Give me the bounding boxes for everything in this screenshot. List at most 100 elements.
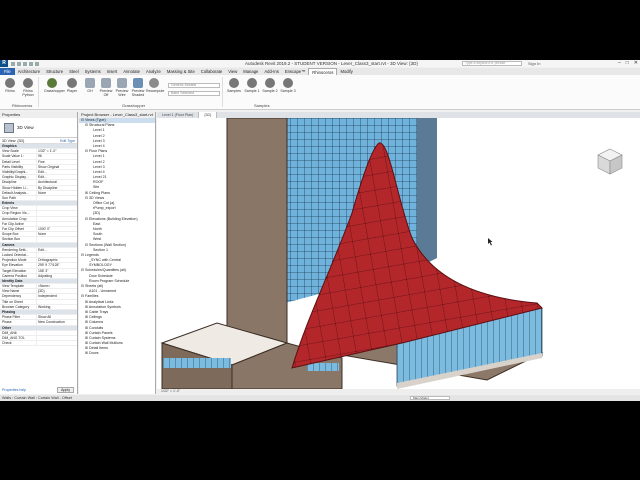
sample-1-button[interactable]: Sample 1 [244, 78, 260, 102]
properties-help-link[interactable]: Properties help [2, 388, 26, 392]
property-value[interactable] [36, 216, 77, 221]
player-button[interactable]: Player [64, 78, 80, 102]
property-value[interactable] [36, 341, 77, 346]
ribbon-tab-collaborate[interactable]: Collaborate [198, 68, 225, 75]
print-icon[interactable] [35, 61, 39, 66]
property-value[interactable] [36, 335, 77, 341]
samples-button[interactable]: Samples [226, 78, 242, 102]
rhino-button[interactable]: Rhino [2, 78, 18, 102]
rhino-python-button[interactable]: Rhino Python [20, 78, 36, 102]
property-value[interactable] [36, 237, 77, 242]
save-icon[interactable] [17, 61, 21, 66]
property-value[interactable] [36, 252, 77, 258]
property-value[interactable]: None [36, 190, 77, 195]
mouse-cursor-icon [488, 238, 493, 246]
ribbon-tab-manage[interactable]: Manage [240, 68, 261, 75]
property-value[interactable]: Working [36, 304, 77, 309]
redo-icon[interactable] [29, 61, 33, 66]
viewcube-icon [597, 148, 623, 175]
sample-2-button[interactable]: Sample 2 [262, 78, 278, 102]
preview-off-icon [101, 78, 111, 88]
property-name: Other [2, 325, 12, 330]
ribbon-tab-view[interactable]: View [225, 68, 240, 75]
recompute-button[interactable]: Recompute [146, 78, 164, 102]
bake-selected-combo[interactable]: Bake Selected [168, 91, 220, 96]
minimize-button[interactable]: – [618, 60, 621, 66]
property-name: DIM_AN6 [2, 330, 17, 335]
property-value[interactable]: Show Original [36, 164, 77, 169]
ribbon-tab-structure[interactable]: Structure [43, 68, 66, 75]
property-value[interactable]: Fine [36, 159, 77, 164]
property-value[interactable] [36, 299, 77, 304]
property-value[interactable] [36, 330, 77, 335]
property-value[interactable] [36, 211, 77, 216]
undo-icon[interactable] [23, 61, 27, 66]
property-value[interactable]: Edit... [36, 175, 77, 180]
property-value[interactable]: 158' 3" [36, 268, 77, 273]
property-value[interactable]: 1000' 0" [36, 227, 77, 232]
ribbon-tab-annotate[interactable]: Annotate [120, 68, 143, 75]
property-value[interactable] [36, 206, 77, 211]
viewcube[interactable] [595, 146, 625, 178]
ribbon-tab-add-ins[interactable]: Add-Ins [261, 68, 281, 75]
property-value[interactable] [36, 221, 77, 226]
apply-button[interactable]: Apply [57, 387, 74, 393]
property-value[interactable]: 1/32" = 1'-0" [36, 149, 77, 154]
property-value[interactable]: Independent [36, 294, 77, 299]
ribbon-tab-file[interactable]: File [0, 68, 15, 75]
property-name: Graphic Display... [2, 175, 29, 180]
property-value[interactable]: Adjusting [36, 273, 77, 278]
property-name: Title on Sheet [2, 299, 23, 304]
grasshopper-button[interactable]: Grasshopper [44, 78, 65, 102]
property-name: Camera Position [2, 273, 28, 278]
ribbon-tab-massing-site[interactable]: Massing & Site [164, 68, 198, 75]
ribbon-tab-analyze[interactable]: Analyze [143, 68, 164, 75]
property-value[interactable] [36, 195, 77, 201]
maximize-button[interactable]: □ [626, 60, 629, 66]
property-value[interactable]: Edit... [36, 247, 77, 252]
property-value[interactable]: New Construction [36, 320, 77, 325]
browser-tree-item[interactable]: ⊞ Doors [79, 351, 155, 356]
concrete-core[interactable] [226, 118, 288, 359]
property-value[interactable]: Architectural [36, 180, 77, 185]
ribbon-tab-architecture[interactable]: Architecture [15, 68, 43, 75]
ribbon-tab-systems[interactable]: Systems [82, 68, 104, 75]
ribbon-tab-steel[interactable]: Steel [66, 68, 82, 75]
property-value[interactable]: Show All [36, 315, 77, 320]
property-value[interactable]: {3D} [36, 289, 77, 294]
ribbon-tab-rhinoceros[interactable]: Rhinoceros [308, 68, 338, 75]
search-input[interactable]: Type a keyword or phrase [462, 61, 522, 66]
property-name: Graphics [2, 144, 17, 148]
ribbon-tab-enscape-[interactable]: Enscape™ [282, 68, 308, 75]
preview-wire-button[interactable]: Preview Wire [114, 78, 130, 102]
view-control-bar[interactable]: 1/32" = 1'-0" [157, 389, 640, 394]
close-button[interactable]: ✕ [634, 60, 638, 66]
recompute-icon [149, 78, 159, 88]
category-combo[interactable]: Generic Models [168, 83, 220, 88]
tower-side-wall[interactable] [417, 118, 437, 268]
ribbon-tab-insert[interactable]: Insert [104, 68, 120, 75]
edit-type-button[interactable]: Edit Type [60, 139, 77, 143]
property-value[interactable]: Edit... [36, 169, 77, 175]
preview-shaded-button[interactable]: Preview Shaded [130, 78, 146, 102]
property-value[interactable]: None [36, 232, 77, 237]
ribbon-tab-modify[interactable]: Modify [337, 68, 355, 75]
property-value[interactable]: 295' 9 77/128" [36, 263, 77, 268]
property-value[interactable]: 96 [36, 154, 77, 159]
window-controls: – □ ✕ [618, 60, 638, 66]
gh-button[interactable]: GH [82, 78, 98, 102]
preview-off-button[interactable]: Preview Off [98, 78, 114, 102]
signin-link[interactable]: Sign In [528, 61, 540, 66]
property-value[interactable]: Orthographic [36, 258, 77, 263]
property-value[interactable]: By Discipline [36, 185, 77, 190]
sample-3-button[interactable]: Sample 3 [280, 78, 296, 102]
workset-selector[interactable]: Main Model [410, 396, 450, 400]
3d-viewport[interactable] [157, 118, 640, 389]
ribbon-tabs: File Architecture Structure Steel Systems Ins… [0, 68, 640, 75]
type-selector[interactable]: 3D View [0, 118, 77, 138]
property-name: Identity Data [2, 278, 23, 283]
property-name: Extents [2, 201, 15, 206]
property-value[interactable]: <None> [36, 284, 77, 289]
revit-logo[interactable]: R [0, 60, 8, 67]
open-icon[interactable] [11, 61, 15, 66]
